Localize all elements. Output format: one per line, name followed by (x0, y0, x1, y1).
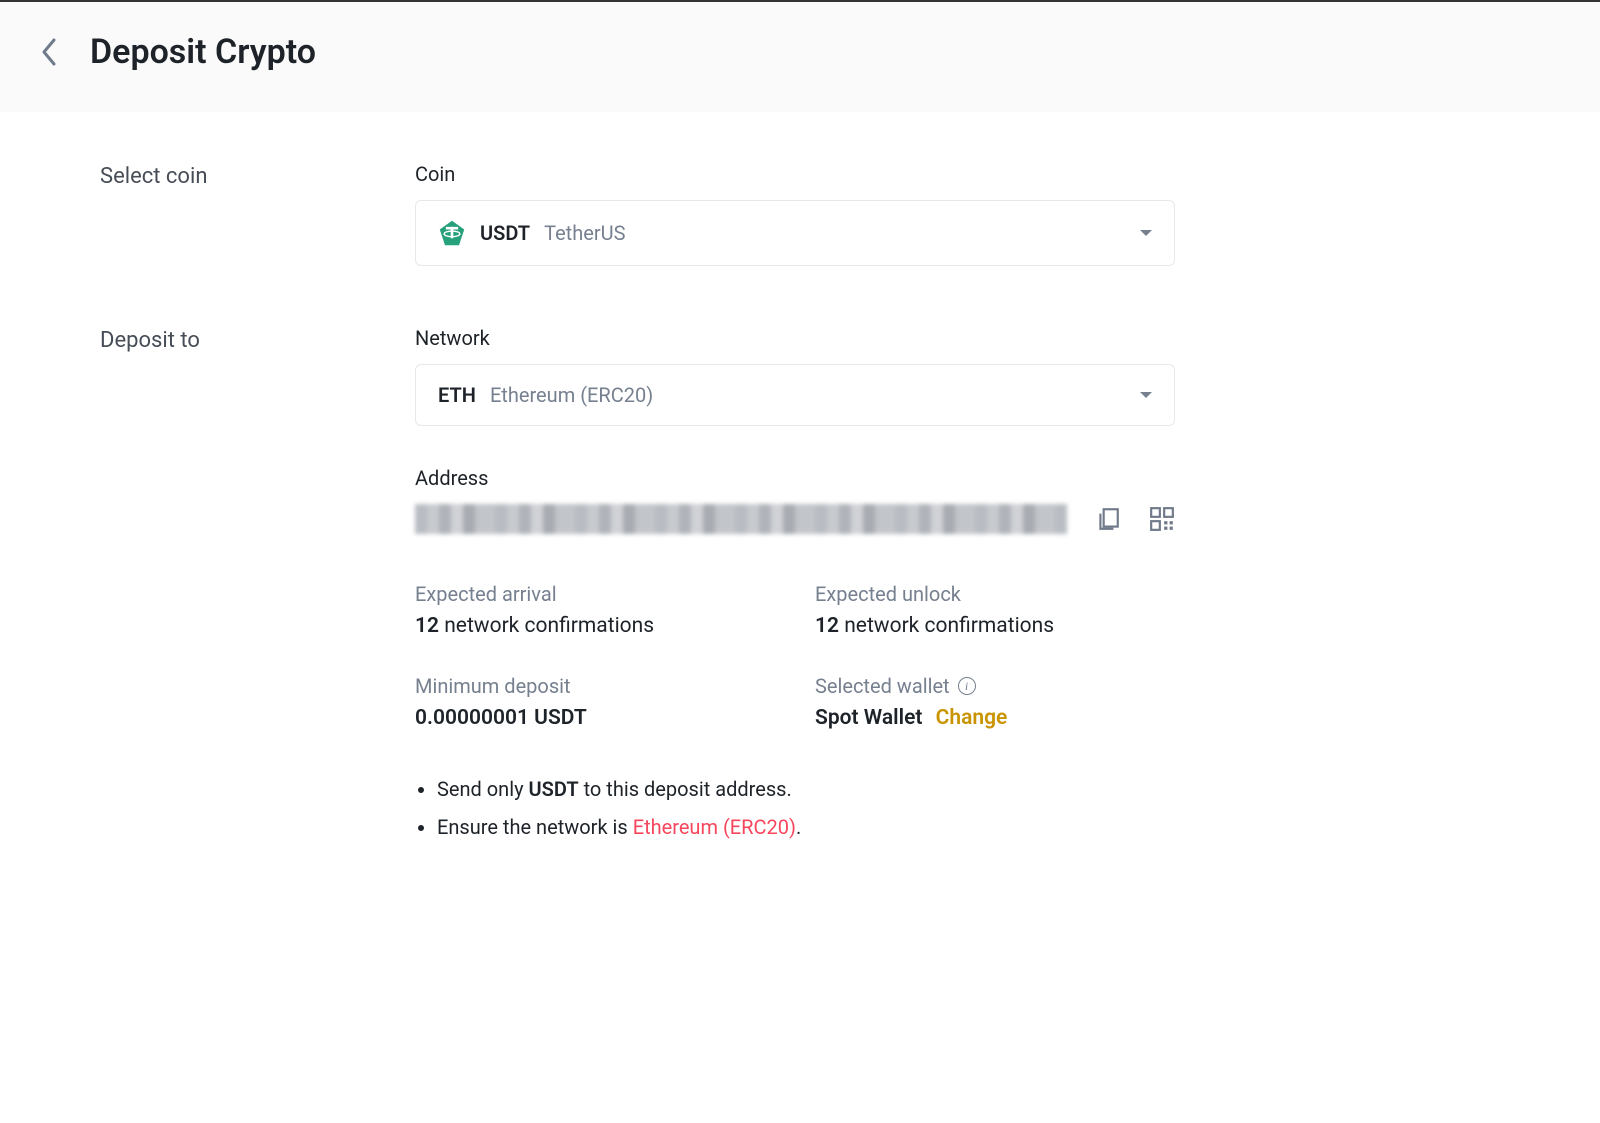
expected-arrival-count: 12 (415, 614, 439, 638)
coin-symbol: USDT (480, 221, 530, 245)
network-select[interactable]: ETH Ethereum (ERC20) (415, 364, 1175, 426)
network-field-label: Network (415, 326, 1175, 350)
caret-down-icon (1140, 392, 1152, 398)
selected-wallet-label-text: Selected wallet (815, 674, 950, 698)
network-name: Ethereum (ERC20) (490, 383, 653, 407)
minimum-deposit: Minimum deposit 0.00000001 USDT (415, 674, 775, 730)
coin-field-label: Coin (415, 162, 1175, 186)
expected-unlock-count: 12 (815, 614, 839, 638)
page-title: Deposit Crypto (90, 32, 316, 72)
note2-pre: Ensure the network is (437, 815, 633, 839)
address-field-label: Address (415, 466, 1175, 490)
selected-wallet-value: Spot Wallet Change (815, 706, 1175, 730)
info-icon[interactable]: i (958, 677, 976, 695)
minimum-deposit-amount: 0.00000001 USDT (415, 706, 587, 730)
info-grid: Expected arrival 12 network confirmation… (415, 582, 1175, 730)
expected-arrival-value: 12 network confirmations (415, 614, 775, 638)
select-coin-content: Coin USDT TetherUS (415, 162, 1175, 266)
note1-post: to this deposit address. (579, 777, 792, 801)
expected-unlock-label: Expected unlock (815, 582, 1175, 606)
deposit-to-content: Network ETH Ethereum (ERC20) Address (415, 326, 1175, 850)
address-section: Address (415, 466, 1175, 534)
note1-bold: USDT (529, 777, 579, 801)
select-coin-label: Select coin (100, 162, 415, 266)
coin-select[interactable]: USDT TetherUS (415, 200, 1175, 266)
note2-red: Ethereum (ERC20) (633, 815, 796, 839)
note-ensure-network: Ensure the network is Ethereum (ERC20). (437, 812, 1175, 842)
note-send-only: Send only USDT to this deposit address. (437, 774, 1175, 804)
network-symbol: ETH (438, 383, 476, 407)
expected-unlock-value: 12 network confirmations (815, 614, 1175, 638)
qr-code-icon (1149, 506, 1175, 532)
page-header: Deposit Crypto (0, 0, 1600, 112)
content-area: Select coin Coin USDT TetherUS Deposit (0, 112, 1600, 970)
expected-arrival: Expected arrival 12 network confirmation… (415, 582, 775, 638)
expected-arrival-label: Expected arrival (415, 582, 775, 606)
note1-pre: Send only (437, 777, 529, 801)
expected-arrival-suffix: network confirmations (439, 614, 654, 638)
expected-unlock: Expected unlock 12 network confirmations (815, 582, 1175, 638)
copy-icon (1095, 506, 1121, 532)
deposit-notes: Send only USDT to this deposit address. … (415, 774, 1175, 842)
deposit-to-label: Deposit to (100, 326, 415, 850)
deposit-to-row: Deposit to Network ETH Ethereum (ERC20) … (100, 326, 1500, 850)
wallet-name: Spot Wallet (815, 706, 922, 730)
back-button[interactable] (40, 36, 60, 68)
tether-icon (438, 219, 466, 247)
caret-down-icon (1140, 230, 1152, 236)
select-coin-row: Select coin Coin USDT TetherUS (100, 162, 1500, 266)
minimum-deposit-label: Minimum deposit (415, 674, 775, 698)
expected-unlock-suffix: network confirmations (839, 614, 1054, 638)
qr-code-button[interactable] (1149, 506, 1175, 532)
address-row (415, 504, 1175, 534)
copy-button[interactable] (1095, 506, 1121, 532)
note2-post: . (796, 815, 801, 839)
selected-wallet: Selected wallet i Spot Wallet Change (815, 674, 1175, 730)
minimum-deposit-value: 0.00000001 USDT (415, 706, 775, 730)
address-value[interactable] (415, 504, 1067, 534)
chevron-left-icon (40, 36, 60, 68)
selected-wallet-label: Selected wallet i (815, 674, 1175, 698)
coin-name: TetherUS (544, 221, 625, 245)
change-wallet-link[interactable]: Change (936, 706, 1008, 730)
